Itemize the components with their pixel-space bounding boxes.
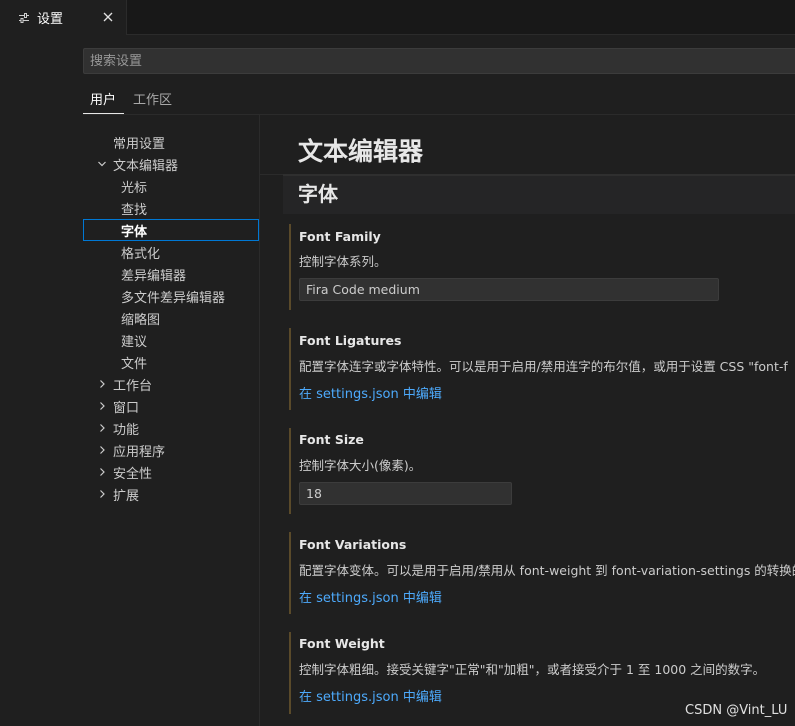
toc-item-files[interactable]: 文件 xyxy=(83,351,259,373)
edit-in-settings-json-link[interactable]: 在 settings.json 中编辑 xyxy=(299,686,442,705)
toc-item-common[interactable]: 常用设置 xyxy=(83,131,259,153)
setting-description: 控制字体系列。 xyxy=(299,254,387,269)
toc-item-label: 缩略图 xyxy=(121,312,161,328)
page-title: 文本编辑器 xyxy=(298,137,424,166)
toc-item-text-editor[interactable]: 文本编辑器 xyxy=(83,153,259,175)
font-family-input[interactable] xyxy=(299,278,719,301)
toc-item-label: 文件 xyxy=(121,356,148,372)
font-size-input[interactable] xyxy=(299,482,512,505)
toc-item-find[interactable]: 查找 xyxy=(83,197,259,219)
setting-title: Font Family xyxy=(299,229,381,244)
tabs-divider xyxy=(83,114,795,115)
toc-item-extensions[interactable]: 扩展 xyxy=(83,483,259,505)
tab-title: 设置 xyxy=(37,12,64,27)
toc-item-label: 扩展 xyxy=(113,488,140,504)
toc-item-label: 字体 xyxy=(121,224,148,240)
toc-item-label: 查找 xyxy=(121,202,148,218)
setting-description: 控制字体粗细。接受关键字"正常"和"加粗"，或者接受介于 1 至 1000 之间… xyxy=(299,662,766,677)
setting-font-family: Font Family 控制字体系列。 xyxy=(289,224,795,310)
setting-description: 控制字体大小(像素)。 xyxy=(299,458,422,473)
settings-editor-icon xyxy=(18,12,30,24)
chevron-right-icon xyxy=(97,423,107,433)
toc-item-label: 功能 xyxy=(113,422,140,438)
toc-item-label: 多文件差异编辑器 xyxy=(121,290,226,306)
watermark: CSDN @Vint_LU xyxy=(685,703,788,718)
setting-font-weight: Font Weight 控制字体粗细。接受关键字"正常"和"加粗"，或者接受介于… xyxy=(289,632,795,714)
toc-item-label: 文本编辑器 xyxy=(113,158,179,174)
tab-user[interactable]: 用户 xyxy=(90,92,116,112)
settings-tab[interactable]: 设置 xyxy=(0,0,127,35)
toc-item-application[interactable]: 应用程序 xyxy=(83,439,259,461)
close-icon[interactable] xyxy=(101,10,115,24)
scroll-shadow-divider xyxy=(260,174,283,175)
chevron-down-icon xyxy=(97,159,107,169)
setting-font-ligatures: Font Ligatures 配置字体连字或字体特性。可以是用于启用/禁用连字的… xyxy=(289,328,795,410)
setting-description: 配置字体连字或字体特性。可以是用于启用/禁用连字的布尔值，或用于设置 CSS "… xyxy=(299,359,788,374)
toc-item-security[interactable]: 安全性 xyxy=(83,461,259,483)
edit-in-settings-json-link[interactable]: 在 settings.json 中编辑 xyxy=(299,587,442,606)
setting-description: 配置字体变体。可以是用于启用/禁用从 font-weight 到 font-va… xyxy=(299,563,795,578)
toc-item-features[interactable]: 功能 xyxy=(83,417,259,439)
toc-item-cursor[interactable]: 光标 xyxy=(83,175,259,197)
toc-item-label: 建议 xyxy=(121,334,148,350)
chevron-right-icon xyxy=(97,489,107,499)
section-title: 字体 xyxy=(298,182,338,206)
toc-item-minimap[interactable]: 缩略图 xyxy=(83,307,259,329)
section-header xyxy=(283,174,795,214)
chevron-right-icon xyxy=(97,379,107,389)
toc-item-diff-editor[interactable]: 差异编辑器 xyxy=(83,263,259,285)
chevron-right-icon xyxy=(97,401,107,411)
toc-divider xyxy=(259,115,260,726)
toc-item-multi-diff-editor[interactable]: 多文件差异编辑器 xyxy=(83,285,259,307)
toc-item-suggestions[interactable]: 建议 xyxy=(83,329,259,351)
toc-item-window[interactable]: 窗口 xyxy=(83,395,259,417)
setting-title: Font Variations xyxy=(299,537,407,552)
toc-item-workbench[interactable]: 工作台 xyxy=(83,373,259,395)
toc-item-font[interactable]: 字体 xyxy=(83,219,259,241)
setting-font-size: Font Size 控制字体大小(像素)。 xyxy=(289,428,795,514)
toc-item-label: 应用程序 xyxy=(113,444,166,460)
toc-item-label: 格式化 xyxy=(121,246,161,262)
toc-item-label: 常用设置 xyxy=(113,136,166,152)
edit-in-settings-json-link[interactable]: 在 settings.json 中编辑 xyxy=(299,383,442,402)
toc-item-label: 差异编辑器 xyxy=(121,268,187,284)
toc-item-label: 窗口 xyxy=(113,400,140,416)
tab-workspace[interactable]: 工作区 xyxy=(133,92,172,112)
chevron-right-icon xyxy=(97,445,107,455)
toc-item-label: 光标 xyxy=(121,180,148,196)
chevron-right-icon xyxy=(97,467,107,477)
toc-item-formatting[interactable]: 格式化 xyxy=(83,241,259,263)
setting-font-variations: Font Variations 配置字体变体。可以是用于启用/禁用从 font-… xyxy=(289,532,795,614)
setting-title: Font Size xyxy=(299,432,364,447)
toc-item-label: 工作台 xyxy=(113,378,153,394)
editor-tab-bar: 设置 xyxy=(0,0,795,35)
setting-title: Font Weight xyxy=(299,636,385,651)
toc-item-label: 安全性 xyxy=(113,466,153,482)
search-settings-input[interactable] xyxy=(83,48,795,74)
setting-title: Font Ligatures xyxy=(299,333,402,348)
